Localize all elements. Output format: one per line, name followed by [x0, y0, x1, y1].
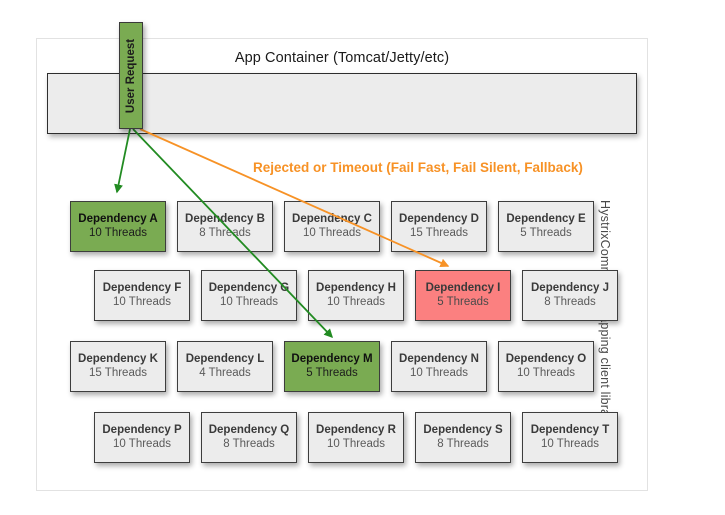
user-request-label: User Request: [125, 38, 137, 113]
dependency-name: Dependency T: [530, 424, 610, 436]
dependency-box: Dependency M 5 Threads: [284, 341, 380, 392]
dependency-box: Dependency H 10 Threads: [308, 270, 404, 321]
dependency-box: Dependency F 10 Threads: [94, 270, 190, 321]
dependency-thread-count: 8 Threads: [437, 438, 489, 450]
dependency-name: Dependency F: [102, 282, 182, 294]
dependency-thread-count: 8 Threads: [199, 227, 251, 239]
dependency-thread-count: 10 Threads: [303, 227, 361, 239]
dependency-thread-count: 4 Threads: [199, 367, 251, 379]
dependency-name: Dependency N: [399, 353, 479, 365]
dependency-name: Dependency A: [78, 213, 158, 225]
dependency-thread-count: 10 Threads: [517, 367, 575, 379]
dependency-name: Dependency J: [531, 282, 609, 294]
dependency-thread-count: 10 Threads: [327, 438, 385, 450]
dependency-box: Dependency B 8 Threads: [177, 201, 273, 252]
dependency-name: Dependency C: [292, 213, 372, 225]
dependency-box: Dependency J 8 Threads: [522, 270, 618, 321]
dependency-box: Dependency C 10 Threads: [284, 201, 380, 252]
rejected-or-timeout-label: Rejected or Timeout (Fail Fast, Fail Sil…: [253, 160, 583, 175]
dependency-thread-count: 15 Threads: [89, 367, 147, 379]
user-request-box: User Request: [119, 22, 143, 129]
dependency-name: Dependency H: [316, 282, 396, 294]
dependency-box: Dependency D 15 Threads: [391, 201, 487, 252]
dependency-name: Dependency B: [185, 213, 265, 225]
dependency-thread-count: 8 Threads: [223, 438, 275, 450]
dependency-name: Dependency P: [102, 424, 182, 436]
dependency-box: Dependency T 10 Threads: [522, 412, 618, 463]
dependency-thread-count: 10 Threads: [410, 367, 468, 379]
dependency-box: Dependency S 8 Threads: [415, 412, 511, 463]
dependency-name: Dependency L: [185, 353, 265, 365]
dependency-box: Dependency I 5 Threads: [415, 270, 511, 321]
dependency-thread-count: 8 Threads: [544, 296, 596, 308]
dependency-thread-count: 10 Threads: [113, 438, 171, 450]
dependency-name: Dependency E: [506, 213, 586, 225]
dependency-name: Dependency Q: [208, 424, 290, 436]
dependency-name: Dependency O: [505, 353, 587, 365]
dependency-box: Dependency A 10 Threads: [70, 201, 166, 252]
dependency-name: Dependency K: [78, 353, 158, 365]
dependency-thread-count: 10 Threads: [89, 227, 147, 239]
dependency-name: Dependency D: [399, 213, 479, 225]
dependency-thread-count: 15 Threads: [410, 227, 468, 239]
dependency-thread-count: 5 Threads: [306, 367, 358, 379]
dependency-thread-count: 10 Threads: [220, 296, 278, 308]
dependency-box: Dependency P 10 Threads: [94, 412, 190, 463]
dependency-box: Dependency K 15 Threads: [70, 341, 166, 392]
dependency-box: Dependency O 10 Threads: [498, 341, 594, 392]
dependency-name: Dependency S: [423, 424, 503, 436]
dependency-name: Dependency G: [208, 282, 290, 294]
dependency-box: Dependency L 4 Threads: [177, 341, 273, 392]
dependency-name: Dependency M: [291, 353, 373, 365]
dependency-thread-count: 10 Threads: [113, 296, 171, 308]
dependency-thread-count: 10 Threads: [327, 296, 385, 308]
dependency-name: Dependency R: [316, 424, 396, 436]
dependency-box: Dependency Q 8 Threads: [201, 412, 297, 463]
dependency-box: Dependency G 10 Threads: [201, 270, 297, 321]
dependency-thread-count: 5 Threads: [520, 227, 572, 239]
dependency-name: Dependency I: [425, 282, 501, 294]
diagram-canvas: App Container (Tomcat/Jetty/etc) User Re…: [0, 0, 725, 515]
dependency-box: Dependency N 10 Threads: [391, 341, 487, 392]
dependency-box: Dependency R 10 Threads: [308, 412, 404, 463]
dependency-thread-count: 10 Threads: [541, 438, 599, 450]
dependency-box: Dependency E 5 Threads: [498, 201, 594, 252]
dependency-thread-count: 5 Threads: [437, 296, 489, 308]
